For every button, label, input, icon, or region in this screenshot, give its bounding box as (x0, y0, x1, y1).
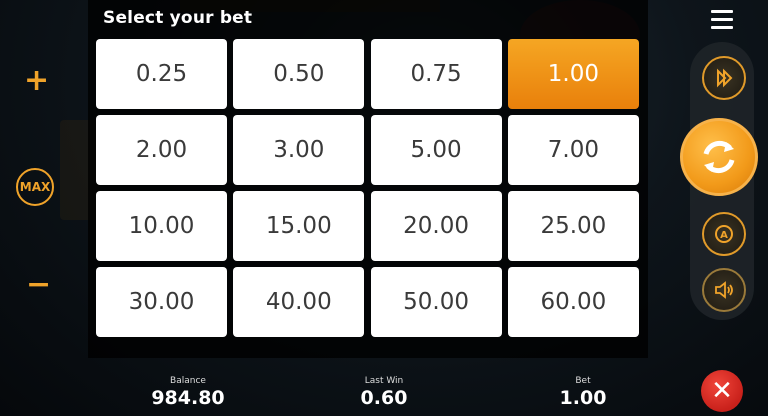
close-icon[interactable]: ✕ (701, 370, 743, 412)
balance-label: Balance (170, 376, 206, 386)
last-win-label: Last Win (364, 376, 404, 386)
bet-value: 1.00 (559, 387, 607, 409)
bet-panel-title: Select your bet (103, 8, 253, 28)
bet-option-button[interactable]: 7.00 (507, 115, 639, 185)
bet-option-button[interactable]: 15.00 (233, 191, 365, 261)
menu-icon[interactable] (711, 10, 733, 34)
bet-option-button[interactable]: 60.00 (507, 267, 639, 337)
last-win-value: 0.60 (360, 387, 408, 409)
bet-option-button[interactable]: 0.75 (370, 39, 502, 109)
bet-option-button[interactable]: 10.00 (96, 191, 227, 261)
sound-icon[interactable] (702, 268, 746, 312)
bet-option-button[interactable]: 0.25 (96, 39, 227, 109)
bet-option-button[interactable]: 50.00 (370, 267, 502, 337)
bet-option-button[interactable]: 25.00 (507, 191, 639, 261)
balance-display: Balance 984.80 (138, 376, 238, 409)
bet-grid: 0.25 0.50 0.75 1.00 2.00 3.00 5.00 7.00 10.00 15.… (96, 39, 640, 339)
bet-option-button[interactable]: 30.00 (96, 267, 227, 337)
last-win-display: Last Win 0.60 (334, 376, 434, 409)
bet-option-button[interactable]: 20.00 (370, 191, 502, 261)
bet-label: Bet (575, 376, 591, 386)
increase-bet-button[interactable]: + (24, 66, 49, 96)
bet-option-button[interactable]: 2.00 (96, 115, 227, 185)
bet-option-button[interactable]: 1.00 (507, 39, 639, 109)
bet-display: Bet 1.00 (533, 376, 633, 409)
bet-option-button[interactable]: 40.00 (233, 267, 365, 337)
decrease-bet-button[interactable]: − (26, 270, 51, 300)
fast-forward-icon[interactable] (702, 56, 746, 100)
bet-option-button[interactable]: 0.50 (233, 39, 365, 109)
bet-option-button[interactable]: 5.00 (370, 115, 502, 185)
bet-option-button[interactable]: 3.00 (233, 115, 365, 185)
balance-value: 984.80 (151, 387, 225, 409)
spin-icon[interactable] (680, 118, 758, 196)
autoplay-icon[interactable]: A (702, 212, 746, 256)
svg-text:A: A (720, 230, 728, 241)
max-bet-button[interactable]: MAX (16, 168, 54, 206)
